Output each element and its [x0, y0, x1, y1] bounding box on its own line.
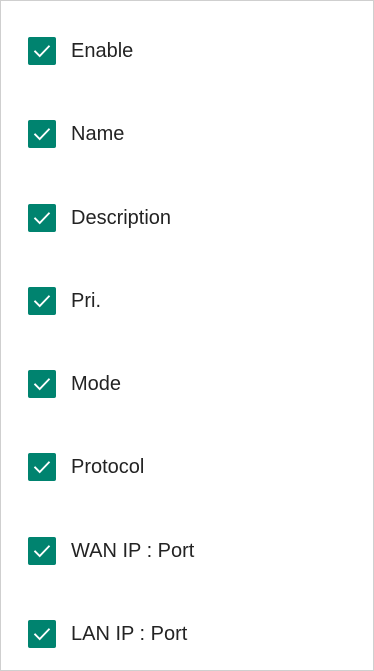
column-option-name[interactable]: Name	[28, 120, 358, 149]
check-icon	[33, 544, 51, 558]
column-option-lan-ip-port[interactable]: LAN IP : Port	[28, 620, 358, 649]
protocol-label: Protocol	[71, 456, 145, 479]
description-label: Description	[71, 206, 172, 229]
pri-checkbox[interactable]	[28, 286, 56, 315]
check-icon	[33, 45, 51, 58]
check-icon	[33, 128, 51, 141]
lan-ip-port-checkbox[interactable]	[28, 620, 56, 649]
check-icon	[33, 295, 51, 308]
enable-label: Enable	[71, 40, 134, 62]
mode-label: Mode	[71, 373, 122, 396]
check-icon	[33, 461, 51, 474]
check-icon	[33, 628, 51, 641]
enable-checkbox[interactable]	[28, 37, 56, 65]
name-label: Name	[71, 123, 125, 146]
column-checkbox-list: Enable Name Description Pri. Mode Protoc…	[28, 37, 358, 649]
wan-ip-port-label: WAN IP : Port	[71, 539, 195, 562]
column-option-pri[interactable]: Pri.	[28, 286, 358, 315]
column-visibility-panel: Enable Name Description Pri. Mode Protoc…	[0, 0, 374, 671]
column-option-mode[interactable]: Mode	[28, 370, 358, 399]
column-option-wan-ip-port[interactable]: WAN IP : Port	[28, 536, 358, 565]
column-option-description[interactable]: Description	[28, 203, 358, 232]
protocol-checkbox[interactable]	[28, 453, 56, 482]
lan-ip-port-label: LAN IP : Port	[71, 623, 188, 646]
check-icon	[33, 211, 51, 224]
mode-checkbox[interactable]	[28, 370, 56, 399]
check-icon	[33, 378, 51, 391]
pri-label: Pri.	[71, 289, 101, 312]
name-checkbox[interactable]	[28, 120, 56, 149]
column-option-protocol[interactable]: Protocol	[28, 453, 358, 482]
column-option-enable[interactable]: Enable	[28, 37, 358, 65]
description-checkbox[interactable]	[28, 203, 56, 232]
wan-ip-port-checkbox[interactable]	[28, 536, 56, 565]
